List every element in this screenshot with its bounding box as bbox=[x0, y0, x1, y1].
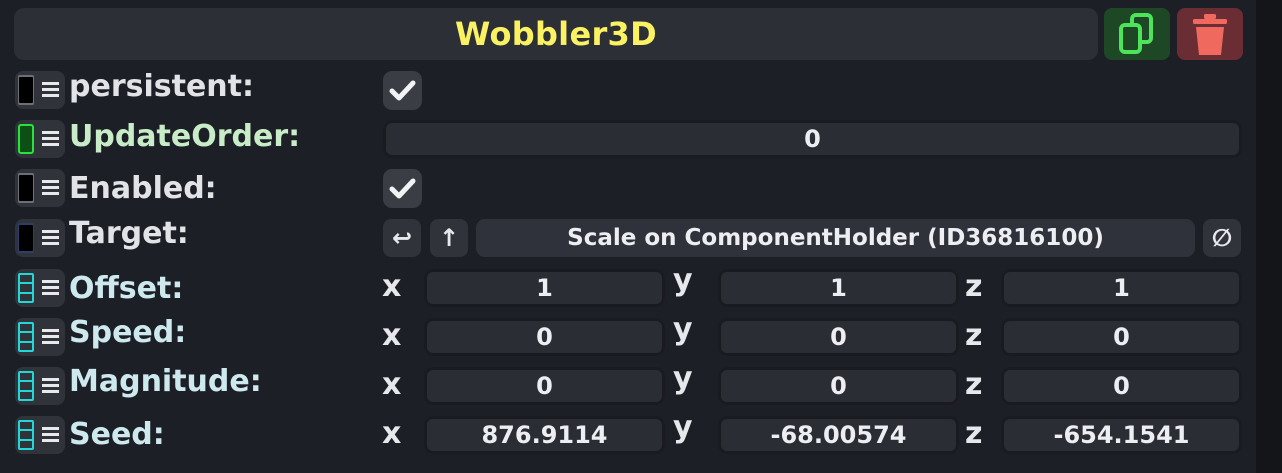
drag-handle[interactable] bbox=[15, 71, 65, 109]
field-label-offset: Offset: bbox=[69, 271, 184, 306]
field-label-speed: Speed: bbox=[69, 315, 187, 350]
magnitude-z-input[interactable]: 0 bbox=[1001, 367, 1242, 405]
axis-label-z: z bbox=[965, 367, 983, 402]
checkmark-icon bbox=[389, 178, 416, 199]
drag-handle[interactable] bbox=[15, 318, 65, 356]
vector3-type-icon bbox=[18, 420, 34, 450]
bool-type-icon bbox=[18, 173, 34, 203]
speed-z-input[interactable]: 0 bbox=[1001, 318, 1242, 356]
update-order-input[interactable]: 0 bbox=[383, 120, 1242, 158]
field-label-enabled: Enabled: bbox=[69, 171, 217, 206]
reference-type-icon bbox=[18, 223, 34, 253]
bool-type-icon bbox=[18, 75, 34, 105]
delete-button[interactable] bbox=[1177, 8, 1243, 60]
hamburger-icon bbox=[42, 280, 59, 296]
scrollbar-track[interactable] bbox=[1256, 0, 1282, 473]
axis-label-z: z bbox=[965, 318, 983, 353]
seed-z-input[interactable]: -654.1541 bbox=[1001, 416, 1242, 454]
vector3-type-icon bbox=[18, 273, 34, 303]
copy-icon bbox=[1119, 13, 1153, 54]
hamburger-icon bbox=[42, 378, 59, 394]
vector3-type-icon bbox=[18, 371, 34, 401]
offset-x-input[interactable]: 1 bbox=[424, 269, 665, 307]
field-label-update-order: UpdateOrder: bbox=[69, 119, 301, 154]
offset-y-input[interactable]: 1 bbox=[718, 269, 959, 307]
axis-label-z: z bbox=[965, 269, 983, 304]
axis-label-x: x bbox=[382, 269, 402, 304]
checkmark-icon bbox=[389, 80, 416, 101]
hamburger-icon bbox=[42, 230, 59, 246]
drag-handle[interactable] bbox=[15, 169, 65, 207]
component-title: Wobbler3D bbox=[455, 15, 657, 53]
persistent-checkbox[interactable] bbox=[383, 71, 422, 110]
jump-icon: ↩ bbox=[391, 224, 413, 252]
field-label-target: Target: bbox=[69, 216, 189, 251]
magnitude-y-input[interactable]: 0 bbox=[718, 367, 959, 405]
axis-label-y: y bbox=[673, 312, 693, 347]
vector3-type-icon bbox=[18, 322, 34, 352]
arrow-up-icon: ↑ bbox=[438, 224, 460, 252]
axis-label-x: x bbox=[382, 416, 402, 451]
speed-y-input[interactable]: 0 bbox=[718, 318, 959, 356]
int-type-icon bbox=[18, 124, 34, 154]
speed-x-input[interactable]: 0 bbox=[424, 318, 665, 356]
field-label-persistent: persistent: bbox=[69, 69, 254, 104]
seed-x-input[interactable]: 876.9114 bbox=[424, 416, 665, 454]
go-up-button[interactable]: ↑ bbox=[430, 219, 468, 257]
axis-label-y: y bbox=[673, 410, 693, 445]
hamburger-icon bbox=[42, 180, 59, 196]
drag-handle[interactable] bbox=[15, 367, 65, 405]
hamburger-icon bbox=[42, 427, 59, 443]
drag-handle[interactable] bbox=[15, 120, 65, 158]
hamburger-icon bbox=[42, 131, 59, 147]
seed-y-input[interactable]: -68.00574 bbox=[718, 416, 959, 454]
component-header[interactable]: Wobbler3D bbox=[14, 8, 1098, 60]
trash-icon bbox=[1193, 14, 1227, 55]
target-reference-field[interactable]: Scale on ComponentHolder (ID36816100) bbox=[476, 219, 1195, 257]
magnitude-x-input[interactable]: 0 bbox=[424, 367, 665, 405]
axis-label-y: y bbox=[673, 361, 693, 396]
hamburger-icon bbox=[42, 82, 59, 98]
jump-to-reference-button[interactable]: ↩ bbox=[383, 219, 421, 257]
axis-label-y: y bbox=[673, 263, 693, 298]
field-label-seed: Seed: bbox=[69, 417, 165, 452]
drag-handle[interactable] bbox=[15, 416, 65, 454]
hamburger-icon bbox=[42, 329, 59, 345]
drag-handle[interactable] bbox=[15, 269, 65, 307]
clear-reference-button[interactable]: ∅ bbox=[1203, 219, 1241, 257]
duplicate-button[interactable] bbox=[1104, 8, 1170, 60]
offset-z-input[interactable]: 1 bbox=[1001, 269, 1242, 307]
drag-handle[interactable] bbox=[15, 219, 65, 257]
axis-label-x: x bbox=[382, 367, 402, 402]
null-icon: ∅ bbox=[1211, 224, 1233, 252]
enabled-checkbox[interactable] bbox=[383, 169, 422, 208]
axis-label-z: z bbox=[965, 416, 983, 451]
axis-label-x: x bbox=[382, 318, 402, 353]
field-label-magnitude: Magnitude: bbox=[69, 364, 262, 399]
